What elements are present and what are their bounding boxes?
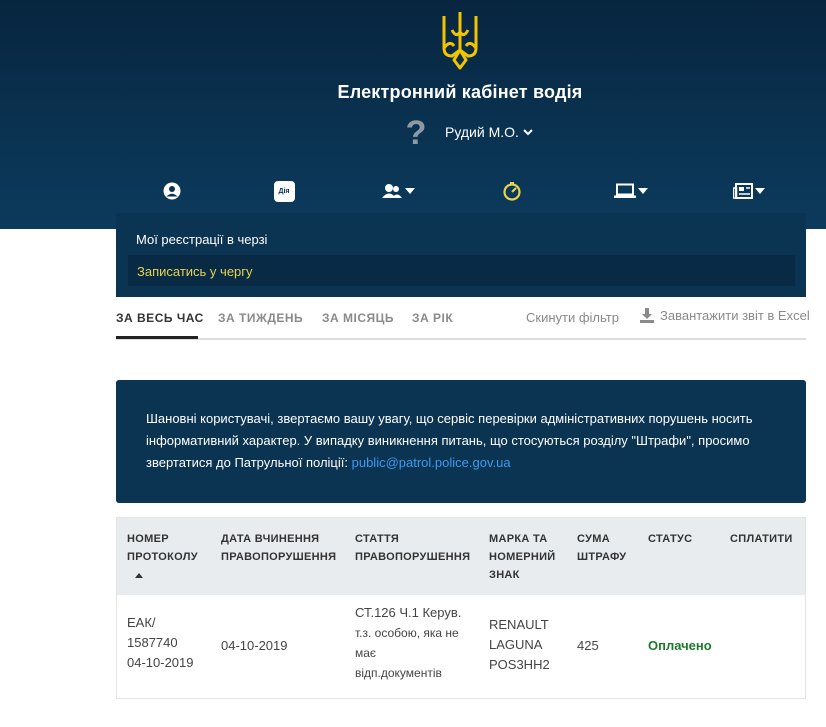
chevron-down-icon <box>638 188 648 194</box>
period-tabs: ЗА ВЕСЬ ЧАС ЗА ТИЖДЕНЬ ЗА МІСЯЦЬ ЗА РІК … <box>116 298 810 340</box>
chevron-down-icon <box>523 129 533 136</box>
diia-label: Дія <box>278 187 290 195</box>
user-circle-icon <box>163 182 181 200</box>
trident-logo-icon <box>442 12 478 70</box>
status-badge: Оплачено <box>648 638 712 653</box>
article-line: відп.документів <box>355 666 442 680</box>
car-plate: POS3HH2 <box>489 657 550 672</box>
article-line: СТ.126 Ч.1 Керув. <box>355 605 462 620</box>
nav-profile[interactable] <box>161 176 183 206</box>
tab-all-time[interactable]: ЗА ВЕСЬ ЧАС <box>116 311 204 325</box>
info-notice: Шановні користувачі, звертаємо вашу уваг… <box>116 380 806 503</box>
nav-services-menu[interactable] <box>612 176 650 206</box>
user-menu-button[interactable]: Рудий М.О. <box>445 124 533 140</box>
tab-week[interactable]: ЗА ТИЖДЕНЬ <box>218 311 303 325</box>
active-tab-indicator <box>116 336 198 339</box>
table-row: ЕАК/ 1587740 04-10-2019 04-10-2019 СТ.12… <box>117 595 805 698</box>
chevron-down-icon <box>405 188 415 194</box>
diia-icon: Дія <box>273 180 295 202</box>
queue-dropdown-menu: Мої реєстрації в черзі Записатись у черг… <box>116 213 806 297</box>
header: Електронний кабінет водія ? Рудий М.О. Д… <box>0 0 826 229</box>
nav-users-menu[interactable] <box>380 176 416 206</box>
col-status[interactable]: СТАТУС <box>648 530 718 548</box>
col-protocol-label: НОМЕР ПРОТОКОЛУ <box>127 533 198 563</box>
laptop-icon <box>614 183 636 198</box>
protocol-number: 1587740 <box>127 635 178 650</box>
chevron-down-icon <box>755 188 765 194</box>
article-line: т.з. особою, яка не <box>355 626 459 640</box>
col-pay: СПЛАТИТИ <box>730 533 793 545</box>
article-line: має <box>355 646 377 660</box>
car-model: LAGUNA <box>489 637 543 652</box>
table-header: НОМЕР ПРОТОКОЛУ ДАТА ВЧИНЕННЯ ПРАВОПОРУШ… <box>117 518 805 595</box>
user-name-label: Рудий М.О. <box>445 124 519 140</box>
download-icon <box>640 308 654 323</box>
col-article[interactable]: СТАТТЯ ПРАВОПОРУШЕННЯ <box>355 530 473 566</box>
protocol-series: ЕАК/ <box>127 615 156 630</box>
nav-news-menu[interactable] <box>731 176 767 206</box>
col-car[interactable]: МАРКА ТА НОМЕРНИЙ ЗНАК <box>489 530 565 584</box>
nav-fines[interactable] <box>501 176 523 206</box>
download-excel-link[interactable]: Завантажити звіт в Excel <box>640 308 810 323</box>
tab-year[interactable]: ЗА РІК <box>412 311 453 325</box>
speedometer-icon <box>503 182 521 201</box>
police-email-link[interactable]: public@patrol.police.gov.ua <box>352 455 511 470</box>
car-make: RENAULT <box>489 617 549 632</box>
cell-sum: 425 <box>577 638 599 653</box>
col-protocol[interactable]: НОМЕР ПРОТОКОЛУ <box>127 530 213 584</box>
reset-filter-link[interactable]: Скинути фільтр <box>526 310 619 325</box>
col-sum[interactable]: СУМА ШТРАФУ <box>577 530 635 566</box>
menu-item-register-queue[interactable]: Записатись у чергу <box>128 255 795 286</box>
protocol-date: 04-10-2019 <box>127 655 194 670</box>
tab-month[interactable]: ЗА МІСЯЦЬ <box>322 311 394 325</box>
fines-table: НОМЕР ПРОТОКОЛУ ДАТА ВЧИНЕННЯ ПРАВОПОРУШ… <box>116 517 806 699</box>
users-icon <box>382 184 402 198</box>
col-date[interactable]: ДАТА ВЧИНЕННЯ ПРАВОПОРУШЕННЯ <box>221 530 339 566</box>
cell-date: 04-10-2019 <box>221 638 288 653</box>
cell-car: RENAULT LAGUNA POS3HH2 <box>489 615 550 675</box>
newspaper-icon <box>733 183 753 199</box>
nav-diia[interactable]: Дія <box>273 176 295 206</box>
sort-asc-icon <box>135 572 143 578</box>
nav-row: Дія <box>0 176 826 206</box>
menu-item-my-registrations[interactable]: Мої реєстрації в черзі <box>136 232 267 247</box>
download-excel-label: Завантажити звіт в Excel <box>660 308 810 323</box>
cell-article: СТ.126 Ч.1 Керув. т.з. особою, яка не ма… <box>355 603 480 683</box>
question-icon[interactable]: ? <box>403 116 429 150</box>
cell-protocol: ЕАК/ 1587740 04-10-2019 <box>127 613 217 673</box>
page-title: Електронний кабінет водія <box>337 82 583 102</box>
